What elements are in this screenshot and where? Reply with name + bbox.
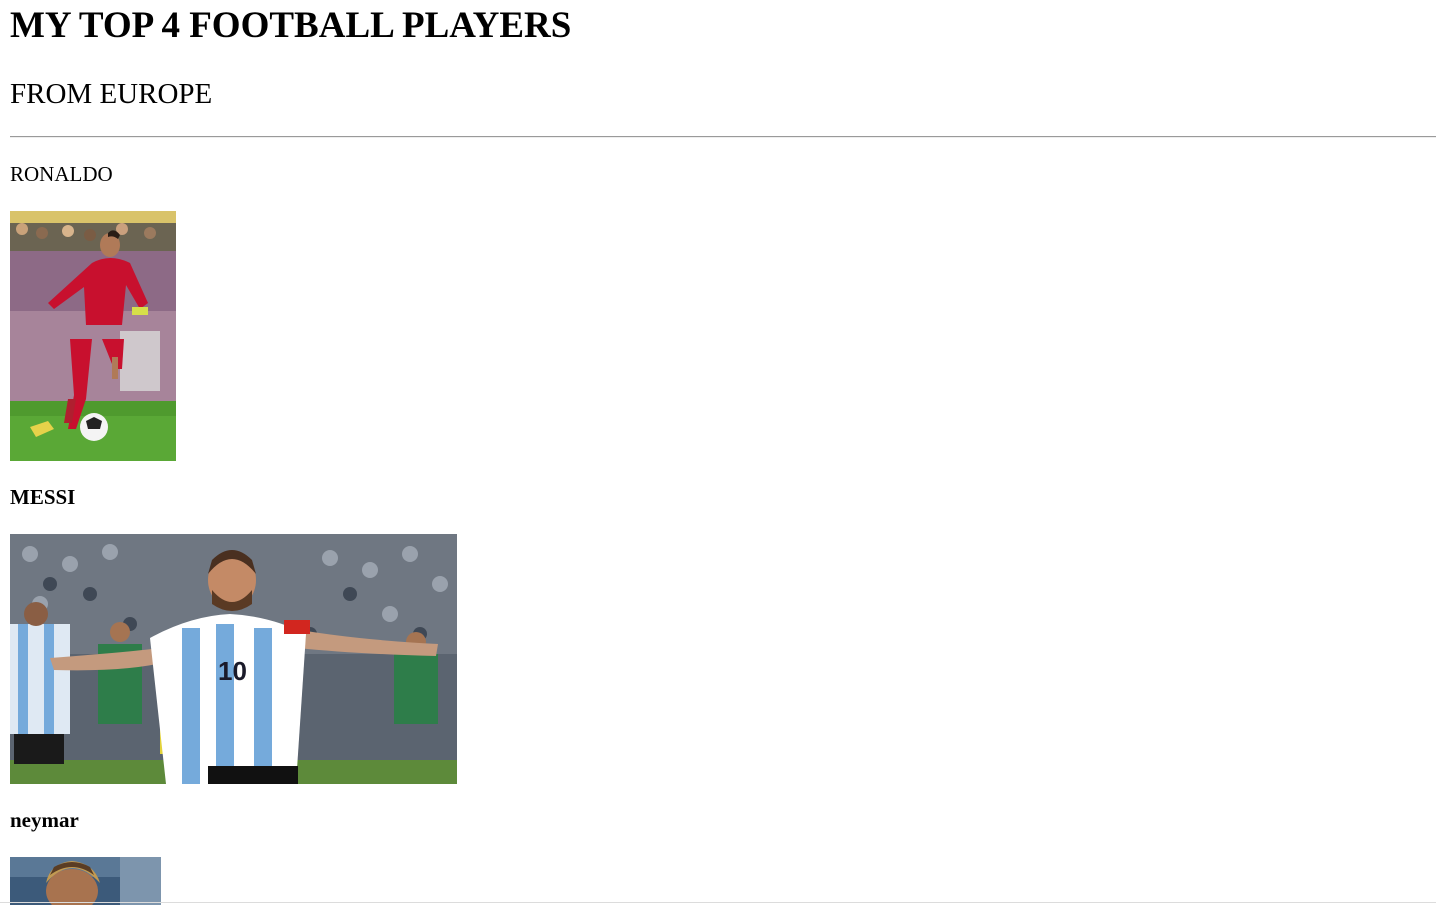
svg-text:10: 10 <box>218 656 247 686</box>
player-name-messi: MESSI <box>10 485 76 509</box>
page-title: MY TOP 4 FOOTBALL PLAYERS <box>10 5 572 46</box>
messi-photo: 10 <box>10 534 457 784</box>
ronaldo-photo <box>10 211 176 461</box>
window-bottom-edge <box>0 902 1436 903</box>
page-subtitle: FROM EUROPE <box>10 78 213 110</box>
neymar-photo <box>10 857 161 905</box>
player-name-ronaldo: RONALDO <box>10 162 113 186</box>
player-name-neymar: neymar <box>10 808 79 832</box>
horizontal-rule <box>10 136 1436 138</box>
